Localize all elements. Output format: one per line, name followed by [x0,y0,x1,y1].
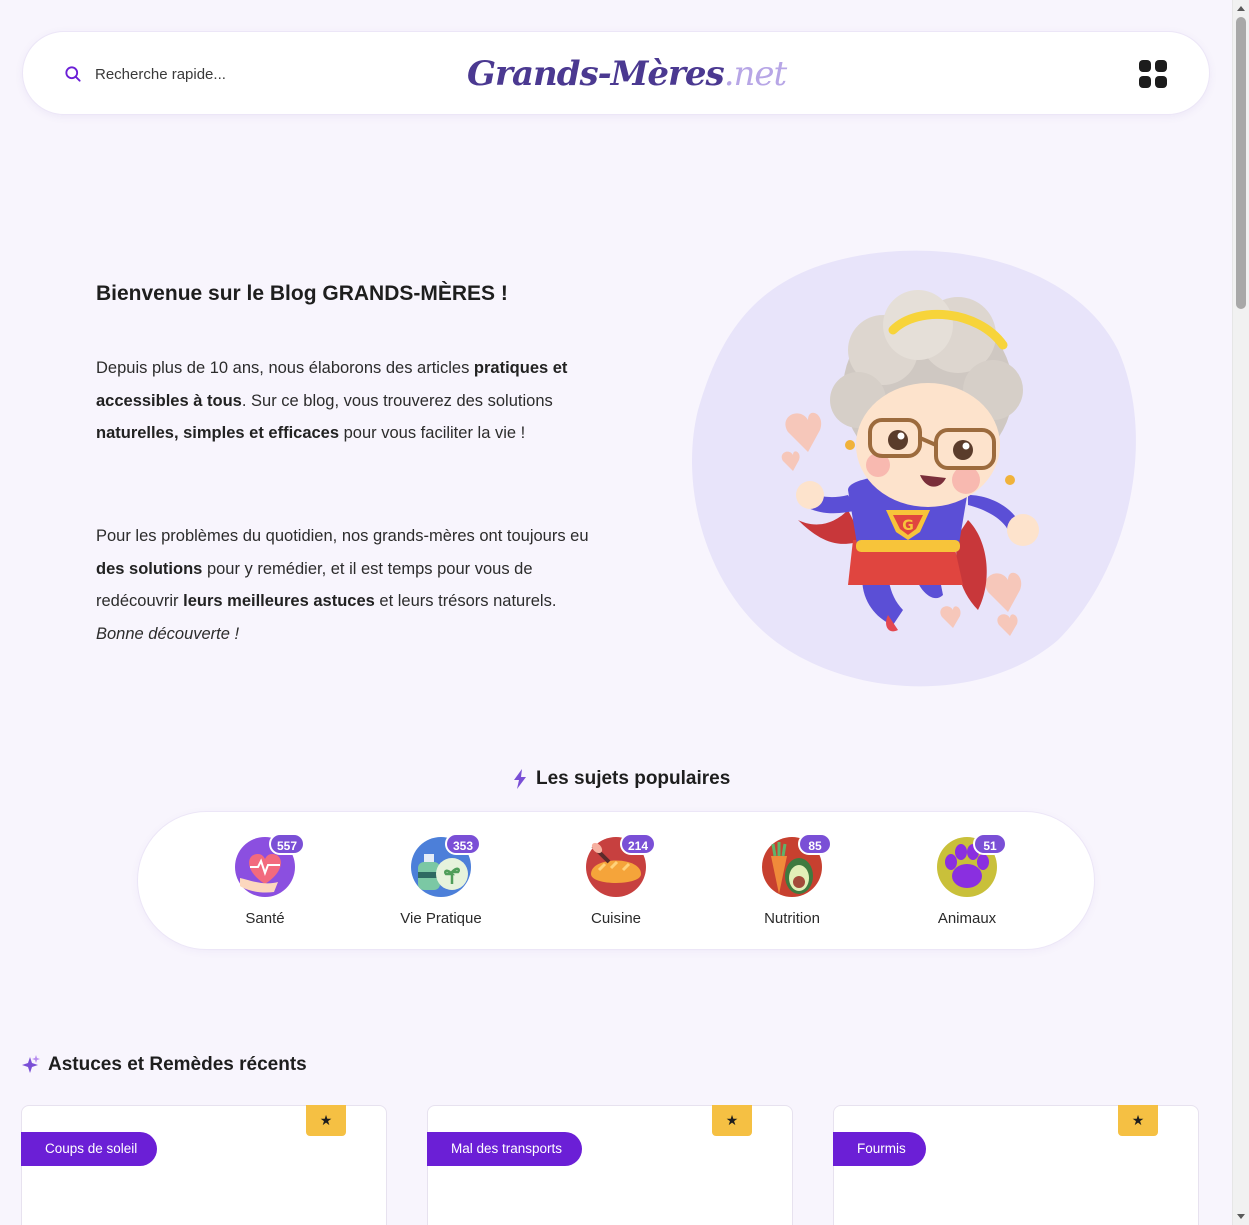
site-logo[interactable]: Grands-Mères.net [467,46,787,102]
scroll-down-arrow-icon[interactable] [1237,1214,1245,1219]
topic-icon-wrap: 51 [936,833,1007,898]
hero-paragraph-2: Pour les problèmes du quotidien, nos gra… [96,520,596,650]
superhero-grandma-illustration: G [692,250,1136,687]
topic-vie-pratique[interactable]: 353 Vie Pratique [371,833,511,927]
article-category-tag[interactable]: Fourmis [833,1132,926,1166]
page-scrollbar[interactable] [1232,0,1249,1225]
topic-nutrition[interactable]: 85 Nutrition [722,833,862,927]
star-icon[interactable]: ★ [712,1105,752,1136]
topic-icon-wrap: 214 [585,833,656,898]
article-card[interactable]: Mal des transports ★ [427,1105,793,1225]
topic-count-badge: 353 [444,833,481,855]
hero-title: Bienvenue sur le Blog GRANDS-MÈRES ! [96,282,508,306]
grid-icon [1139,60,1151,72]
popular-topics-title-text: Les sujets populaires [536,768,731,789]
popular-topics-card: 557 Santé 353 Vie Pratique 214 Cuisine 8… [137,811,1095,950]
search-bar[interactable] [63,62,315,86]
grid-icon-dot [1139,76,1151,88]
hero-text-segment: Pour les problèmes du quotidien, nos gra… [96,527,589,545]
topic-icon-wrap: 85 [761,833,832,898]
article-card[interactable]: Fourmis ★ [833,1105,1199,1225]
topic-label: Vie Pratique [400,910,482,927]
hero-text-segment: pour vous faciliter la vie ! [339,424,526,442]
star-icon[interactable]: ★ [306,1105,346,1136]
topic-icon-wrap: 557 [234,833,305,898]
hero-title-suffix: ! [495,282,508,305]
topic-animaux[interactable]: 51 Animaux [897,833,1037,927]
topic-sante[interactable]: 557 Santé [195,833,335,927]
hero-text-segment: Bonne découverte ! [96,624,240,643]
recent-tips-title: Astuces et Remèdes récents [22,1054,307,1076]
popular-topics-title: Les sujets populaires [512,768,730,790]
topic-count-badge: 557 [268,833,305,855]
star-icon[interactable]: ★ [1118,1105,1158,1136]
grid-icon-dot [1155,76,1167,88]
search-input[interactable] [95,65,315,83]
article-card[interactable]: Coups de soleil ★ [21,1105,387,1225]
lightning-icon [514,769,526,789]
topic-count-badge: 51 [973,833,1007,855]
hero-text-segment: et leurs trésors naturels. [374,592,557,610]
topic-count-badge: 214 [619,833,656,855]
hero-paragraph-1: Depuis plus de 10 ans, nous élaborons de… [96,352,596,450]
grid-icon-dot [1155,60,1167,72]
recent-tips-title-text: Astuces et Remèdes récents [48,1054,307,1075]
hero-text-segment: . Sur ce blog, vous trouverez des soluti… [241,391,553,410]
hero-text-segment: naturelles, simples et efficaces [96,424,340,442]
topic-cuisine[interactable]: 214 Cuisine [546,833,686,927]
scroll-up-arrow-icon[interactable] [1237,6,1245,11]
topic-label: Cuisine [590,910,642,927]
topic-label: Nutrition [764,910,820,927]
topic-count-badge: 85 [798,833,832,855]
site-header: Grands-Mères.net [22,31,1210,115]
logo-brand: Grands-Mères [467,54,725,94]
svg-text:G: G [902,518,914,534]
hero-text-segment: des solutions [96,559,203,578]
grid-menu-button[interactable] [1139,60,1167,88]
topic-icon-wrap: 353 [410,833,481,898]
article-category-tag[interactable]: Coups de soleil [21,1132,158,1166]
search-icon[interactable] [63,64,83,84]
hero-text-segment: Depuis plus de 10 ans, nous élaborons de… [96,359,474,377]
hero-text-segment: leurs meilleures astuces [183,592,375,610]
logo-tld: .net [723,54,787,94]
hero-title-bold: GRANDS-MÈRES [322,282,496,305]
topic-label: Animaux [937,910,997,927]
topic-label: Santé [245,910,285,927]
article-category-tag[interactable]: Mal des transports [427,1132,583,1166]
hero-title-prefix: Bienvenue sur le Blog [96,282,323,305]
sparkle-icon [22,1055,40,1073]
scrollbar-thumb[interactable] [1236,17,1246,309]
